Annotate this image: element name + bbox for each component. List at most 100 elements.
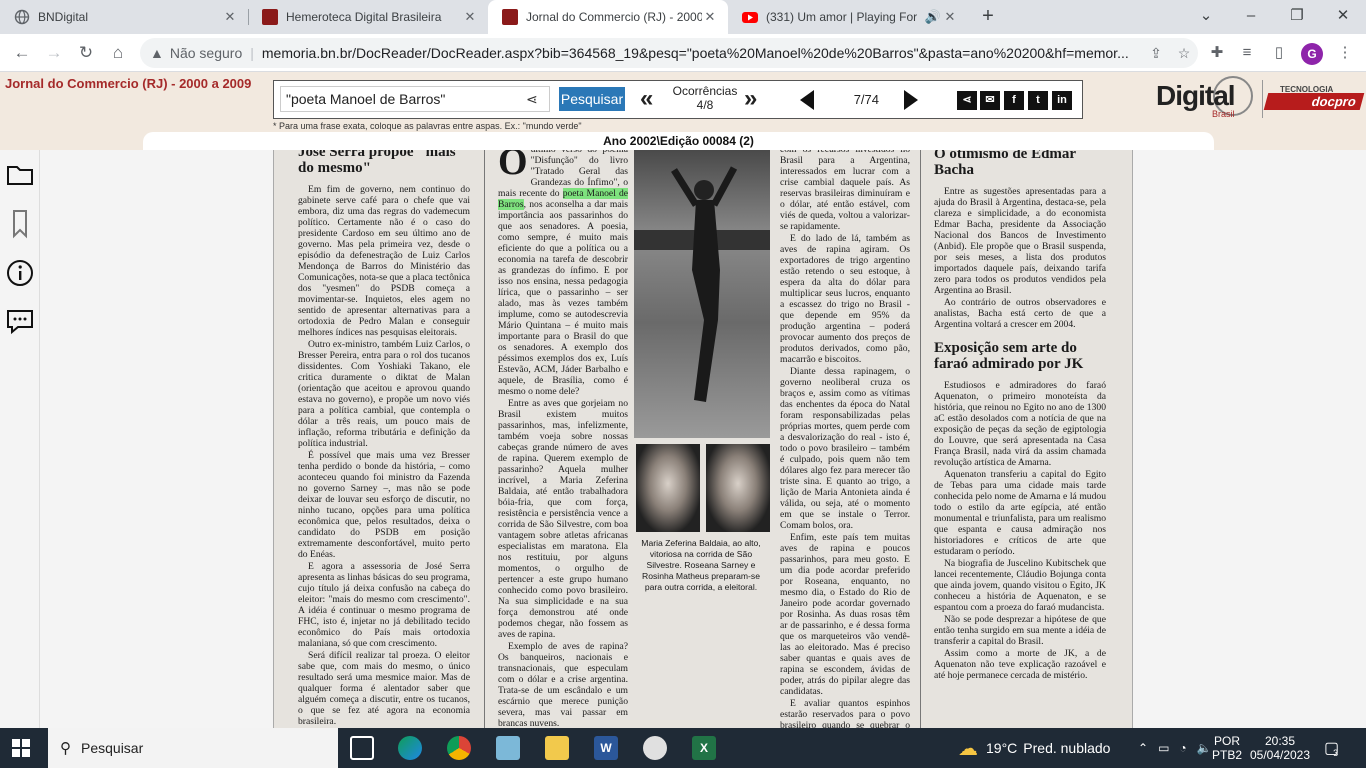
notification-center[interactable]: ▢ 3 xyxy=(1324,728,1339,768)
paragraph: É possível que mais uma vez Bresser tenh… xyxy=(298,450,470,560)
address-bar[interactable]: ▲ Não seguro | memoria.bn.br/DocReader/D… xyxy=(140,38,1198,68)
chevron-up-icon[interactable]: ⌃ xyxy=(1138,741,1148,755)
prev-occurrence-icon[interactable]: « xyxy=(640,85,653,113)
headline-bacha: O otimismo de Edmar Bacha xyxy=(934,150,1076,178)
edition-title: Ano 2002\Edição 00084 (2) xyxy=(143,132,1214,150)
occurrences: Ocorrências 4/8 xyxy=(670,84,740,112)
runner-photo xyxy=(634,150,770,438)
paragraph: com os recursos investidos no Brasil par… xyxy=(780,150,910,232)
notification-count: 3 xyxy=(1333,748,1339,758)
email-icon[interactable]: ✉ xyxy=(980,91,1000,110)
battery-icon[interactable]: ▭ xyxy=(1158,741,1169,755)
close-icon[interactable]: ✕ xyxy=(222,9,238,25)
headline-aquenaton: Exposição sem arte do faraó admirado por… xyxy=(934,340,1084,372)
bookmark-star-icon[interactable]: ☆ xyxy=(1170,45,1198,62)
tab-bndigital[interactable]: BNDigital ✕ xyxy=(0,0,248,34)
separator: | xyxy=(250,45,254,61)
search-hint: * Para uma frase exata, coloque as palav… xyxy=(273,121,582,131)
twitter-icon[interactable]: t xyxy=(1028,91,1048,110)
page-indicator[interactable]: 7/74 xyxy=(819,88,883,112)
tab-jornal-commercio[interactable]: Jornal do Commercio (RJ) - 2000 ✕ xyxy=(488,0,728,34)
folder-icon[interactable] xyxy=(5,160,35,192)
share-page-icon[interactable]: ⇪ xyxy=(1142,45,1170,62)
language-indicator[interactable]: POR PTB2 xyxy=(1212,728,1242,768)
bookmark-icon[interactable] xyxy=(5,208,35,240)
search-toolbar: ⋖ Pesquisar « Ocorrências 4/8 » 7/74 ⋖ ✉… xyxy=(273,80,1083,119)
search-highlight[interactable]: poeta Manoel de xyxy=(562,188,629,199)
speaker-icon[interactable]: 🔊 xyxy=(924,9,942,25)
close-icon[interactable]: ✕ xyxy=(702,9,718,25)
brasil-logo-text: Brasil xyxy=(1212,109,1235,119)
profile-avatar[interactable]: G xyxy=(1301,43,1323,65)
paint-icon[interactable] xyxy=(643,736,667,760)
paragraph: Estudiosos e admiradores do faraó Aquena… xyxy=(934,380,1106,468)
clock-date: 05/04/2023 xyxy=(1249,748,1311,762)
newspaper-page[interactable]: José Serra propõe "mais do mesmo" Em fim… xyxy=(273,150,1133,728)
linkedin-icon[interactable]: in xyxy=(1052,91,1072,110)
paragraph: Assim como a morte de JK, a de Aquenaton… xyxy=(934,648,1106,681)
forward-button[interactable]: → xyxy=(40,40,68,66)
security-label[interactable]: Não seguro xyxy=(170,45,242,61)
browser-toolbar: ← → ↻ ⌂ ▲ Não seguro | memoria.bn.br/Doc… xyxy=(0,34,1366,72)
media-control-icon[interactable]: ≡ xyxy=(1236,42,1258,64)
tab-youtube[interactable]: (331) Um amor | Playing For 🔊 ✕ xyxy=(728,0,968,34)
notepad-icon[interactable] xyxy=(496,736,520,760)
window-close-button[interactable]: ✕ xyxy=(1320,0,1366,34)
search-button[interactable]: Pesquisar xyxy=(559,87,625,111)
article-column-4: O otimismo de Edmar Bacha Entre as suges… xyxy=(934,150,1106,682)
photo-caption: Maria Zeferina Baldaia, ao alto, vitorio… xyxy=(641,538,761,592)
info-icon[interactable] xyxy=(5,258,35,290)
next-occurrence-icon[interactable]: » xyxy=(744,85,757,113)
tab-title: Jornal do Commercio (RJ) - 2000 xyxy=(526,10,702,24)
paragraph: Outro ex-ministro, também Luiz Carlos, o… xyxy=(298,339,470,449)
url-text[interactable]: memoria.bn.br/DocReader/DocReader.aspx?b… xyxy=(262,45,1142,61)
bn-logo-icon xyxy=(502,9,518,25)
side-panel-icon[interactable]: ▯ xyxy=(1268,42,1290,64)
share-icon[interactable]: ⋖ xyxy=(526,91,538,108)
taskbar-search[interactable]: ⚲ Pesquisar xyxy=(48,728,338,768)
tab-hemeroteca[interactable]: Hemeroteca Digital Brasileira ✕ xyxy=(248,0,488,34)
paragraph: Entre as sugestões apresentadas para a a… xyxy=(934,186,1106,296)
windows-start-icon[interactable] xyxy=(12,739,30,760)
chrome-icon[interactable] xyxy=(447,736,471,760)
page-total: /74 xyxy=(860,92,879,107)
tray-icons: ⌃ ▭ ◔ 🔈 xyxy=(1138,728,1212,768)
file-explorer-icon[interactable] xyxy=(545,736,569,760)
share-icon[interactable]: ⋖ xyxy=(957,91,977,110)
close-icon[interactable]: ✕ xyxy=(462,9,478,25)
new-tab-button[interactable]: + xyxy=(976,5,1000,29)
warning-icon[interactable]: ▲ xyxy=(150,45,164,61)
drop-cap: O xyxy=(498,150,528,183)
page-current[interactable]: 7 xyxy=(854,92,861,107)
extensions-icon[interactable]: ✚ xyxy=(1206,42,1228,64)
weather-cloud-icon: ☁ xyxy=(958,737,978,760)
close-icon[interactable]: ✕ xyxy=(942,9,958,25)
restore-button[interactable]: ❐ xyxy=(1274,0,1320,34)
minimize-button[interactable]: – xyxy=(1228,0,1274,34)
docpro-logo: docpro xyxy=(1263,93,1365,110)
next-page-icon[interactable] xyxy=(904,90,918,110)
excel-icon[interactable]: X xyxy=(692,736,716,760)
facebook-icon[interactable]: f xyxy=(1004,91,1024,110)
word-icon[interactable]: W xyxy=(594,736,618,760)
tab-strip: BNDigital ✕ Hemeroteca Digital Brasileir… xyxy=(0,0,1366,34)
document-viewer: José Serra propõe "mais do mesmo" Em fim… xyxy=(0,150,1366,728)
occurrences-label: Ocorrências xyxy=(672,84,738,98)
menu-icon[interactable]: ⋮ xyxy=(1334,42,1356,64)
tab-search-icon[interactable]: ⌄ xyxy=(1183,0,1229,34)
prev-page-icon[interactable] xyxy=(800,90,814,110)
search-input[interactable] xyxy=(280,86,550,112)
occurrences-value: 4/8 xyxy=(696,98,714,112)
network-icon[interactable]: ◔ xyxy=(1179,741,1186,755)
comments-icon[interactable] xyxy=(5,306,35,338)
clock[interactable]: 20:35 05/04/2023 xyxy=(1250,728,1310,768)
edge-icon[interactable] xyxy=(398,736,422,760)
volume-icon[interactable]: 🔈 xyxy=(1197,741,1212,755)
reload-button[interactable]: ↻ xyxy=(72,40,100,66)
back-button[interactable]: ← xyxy=(8,40,36,66)
task-view-icon[interactable] xyxy=(350,736,374,760)
weather-widget[interactable]: ☁ 19°C Pred. nublado xyxy=(958,728,1110,768)
search-highlight[interactable]: Barros xyxy=(498,199,524,210)
windows-taskbar: ⚲ Pesquisar W X ☁ 19°C Pred. nublado ⌃ ▭… xyxy=(0,728,1366,768)
home-button[interactable]: ⌂ xyxy=(104,40,132,66)
